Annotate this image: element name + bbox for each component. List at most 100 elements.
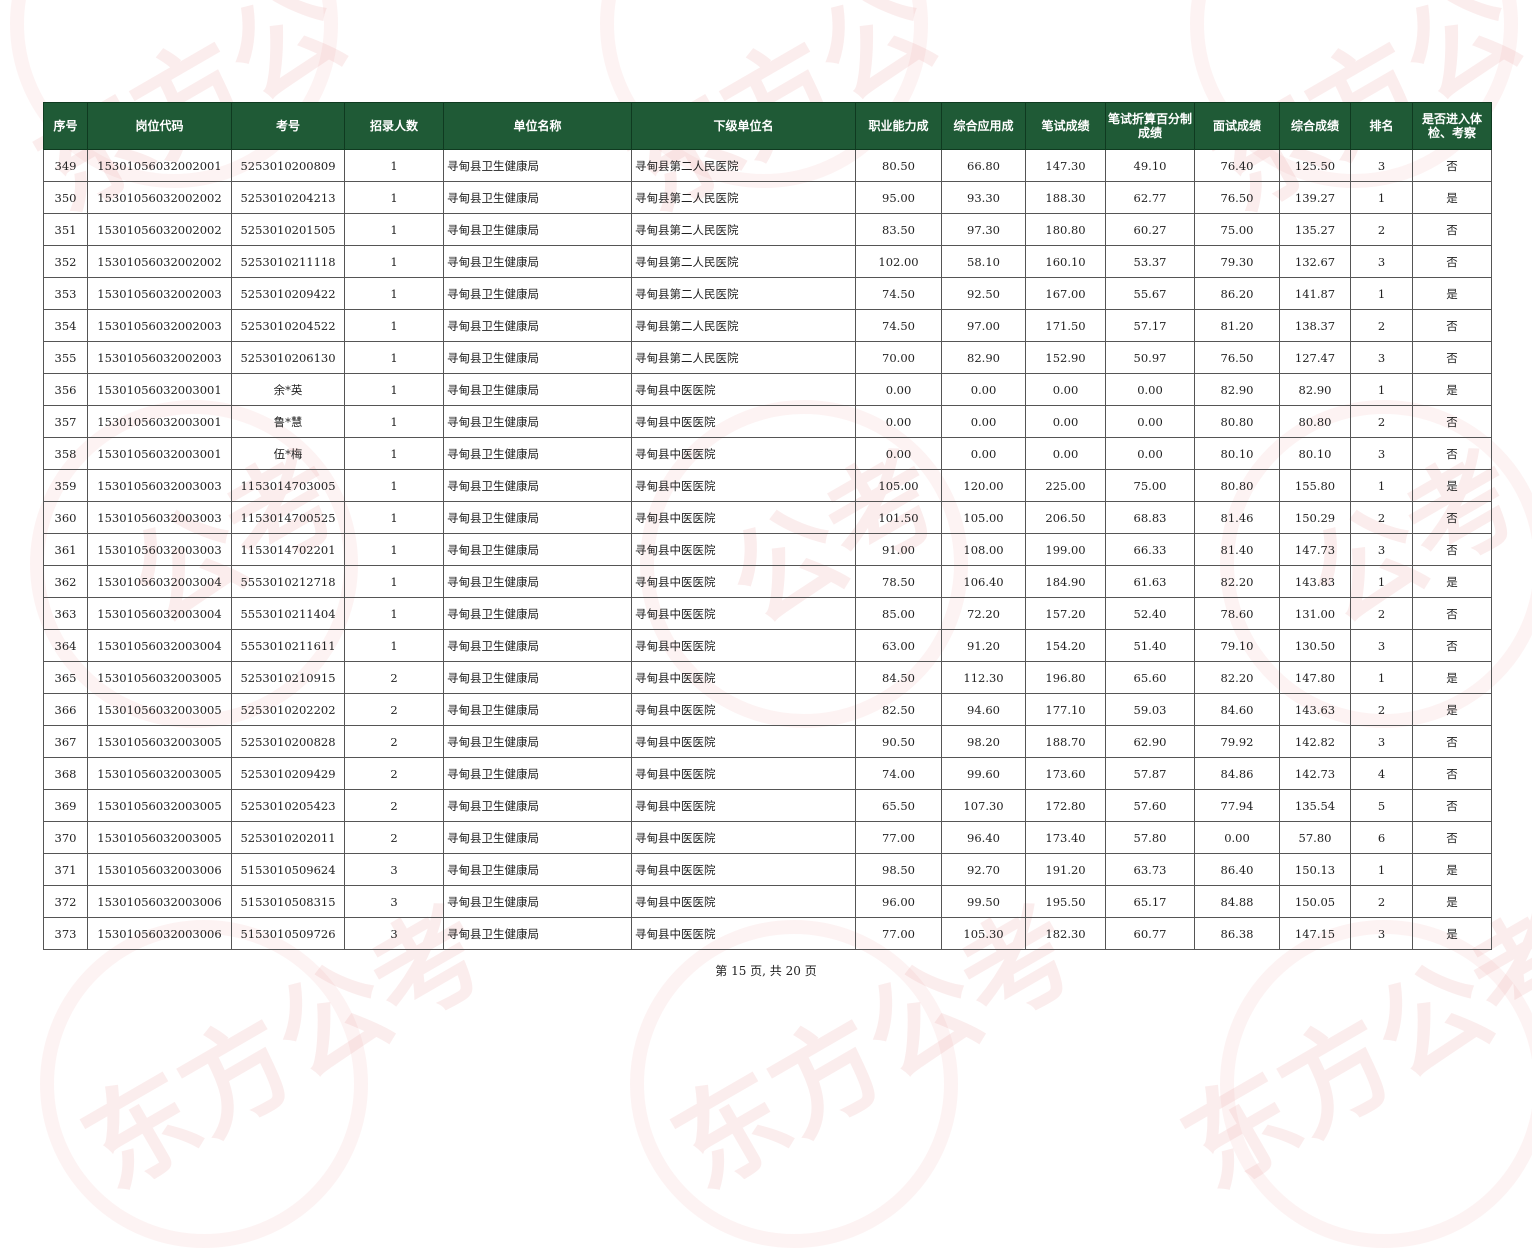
cell-rank: 3 [1350, 437, 1413, 470]
cell-unit: 寻甸县卫生健康局 [443, 597, 632, 630]
cell-post-code: 15301056032003003 [87, 533, 232, 566]
cell-applied: 107.30 [941, 789, 1026, 822]
cell-advance: 是 [1412, 277, 1492, 310]
cell-seq: 370 [43, 821, 88, 854]
cell-aptitude: 63.00 [855, 629, 942, 662]
table-body: 349 15301056032002001 5253010200809 1 寻甸县卫生健… [43, 149, 1492, 950]
cell-advance: 否 [1412, 501, 1492, 534]
cell-advance: 否 [1412, 213, 1492, 246]
col-header-quota: 招录人数 [344, 102, 444, 150]
cell-exam-number: 鲁*慧 [231, 405, 345, 438]
cell-post-code: 15301056032002001 [87, 149, 232, 182]
cell-aptitude: 74.50 [855, 309, 942, 342]
cell-exam-number: 5253010209429 [231, 757, 345, 790]
cell-interview: 86.40 [1194, 853, 1280, 886]
cell-applied: 105.00 [941, 501, 1026, 534]
cell-written: 188.70 [1025, 725, 1106, 758]
cell-advance: 是 [1412, 661, 1492, 694]
cell-quota: 1 [344, 469, 444, 502]
cell-seq: 352 [43, 245, 88, 278]
cell-sub-unit: 寻甸县第二人民医院 [631, 309, 856, 342]
cell-post-code: 15301056032003003 [87, 501, 232, 534]
cell-sub-unit: 寻甸县中医医院 [631, 885, 856, 918]
table-row: 354 15301056032002003 5253010204522 1 寻甸县卫生健… [43, 309, 1492, 342]
cell-aptitude: 77.00 [855, 917, 942, 950]
cell-unit: 寻甸县卫生健康局 [443, 693, 632, 726]
cell-aptitude: 102.00 [855, 245, 942, 278]
cell-sub-unit: 寻甸县第二人民医院 [631, 341, 856, 374]
cell-post-code: 15301056032003001 [87, 405, 232, 438]
cell-exam-number: 5253010206130 [231, 341, 345, 374]
cell-quota: 1 [344, 149, 444, 182]
col-header-exam-number: 考号 [231, 102, 345, 150]
cell-written-pct: 57.80 [1105, 821, 1195, 854]
cell-written: 152.90 [1025, 341, 1106, 374]
cell-interview: 82.20 [1194, 661, 1280, 694]
cell-seq: 372 [43, 885, 88, 918]
cell-post-code: 15301056032002002 [87, 245, 232, 278]
col-header-total: 综合成绩 [1279, 102, 1351, 150]
cell-applied: 97.30 [941, 213, 1026, 246]
cell-sub-unit: 寻甸县中医医院 [631, 821, 856, 854]
table-row: 365 15301056032003005 5253010210915 2 寻甸县卫生健… [43, 661, 1492, 694]
cell-post-code: 15301056032003006 [87, 917, 232, 950]
cell-seq: 360 [43, 501, 88, 534]
cell-seq: 349 [43, 149, 88, 182]
cell-rank: 1 [1350, 181, 1413, 214]
table-row: 363 15301056032003004 5553010211404 1 寻甸县卫生健… [43, 597, 1492, 630]
table-row: 360 15301056032003003 1153014700525 1 寻甸县卫生健… [43, 501, 1492, 534]
cell-written-pct: 66.33 [1105, 533, 1195, 566]
cell-rank: 6 [1350, 821, 1413, 854]
cell-applied: 106.40 [941, 565, 1026, 598]
cell-seq: 368 [43, 757, 88, 790]
cell-unit: 寻甸县卫生健康局 [443, 373, 632, 406]
cell-quota: 1 [344, 405, 444, 438]
col-header-rank: 排名 [1350, 102, 1413, 150]
cell-written: 173.40 [1025, 821, 1106, 854]
cell-interview: 80.80 [1194, 469, 1280, 502]
cell-written-pct: 60.27 [1105, 213, 1195, 246]
cell-unit: 寻甸县卫生健康局 [443, 629, 632, 662]
cell-sub-unit: 寻甸县中医医院 [631, 725, 856, 758]
cell-written-pct: 50.97 [1105, 341, 1195, 374]
cell-quota: 2 [344, 693, 444, 726]
cell-interview: 76.50 [1194, 181, 1280, 214]
cell-sub-unit: 寻甸县中医医院 [631, 437, 856, 470]
cell-applied: 0.00 [941, 405, 1026, 438]
cell-written: 157.20 [1025, 597, 1106, 630]
col-header-aptitude: 职业能力成 [855, 102, 942, 150]
cell-seq: 371 [43, 853, 88, 886]
cell-interview: 78.60 [1194, 597, 1280, 630]
cell-rank: 2 [1350, 693, 1413, 726]
cell-rank: 2 [1350, 501, 1413, 534]
cell-written: 0.00 [1025, 437, 1106, 470]
cell-exam-number: 5153010509726 [231, 917, 345, 950]
cell-unit: 寻甸县卫生健康局 [443, 821, 632, 854]
cell-interview: 84.88 [1194, 885, 1280, 918]
cell-interview: 79.30 [1194, 245, 1280, 278]
cell-advance: 否 [1412, 437, 1492, 470]
cell-post-code: 15301056032003006 [87, 885, 232, 918]
cell-interview: 80.80 [1194, 405, 1280, 438]
cell-sub-unit: 寻甸县中医医院 [631, 469, 856, 502]
cell-aptitude: 0.00 [855, 437, 942, 470]
cell-total: 80.80 [1279, 405, 1351, 438]
table-row: 359 15301056032003003 1153014703005 1 寻甸县卫生健… [43, 469, 1492, 502]
cell-written-pct: 55.67 [1105, 277, 1195, 310]
cell-written: 147.30 [1025, 149, 1106, 182]
cell-written: 195.50 [1025, 885, 1106, 918]
cell-quota: 1 [344, 629, 444, 662]
cell-written-pct: 60.77 [1105, 917, 1195, 950]
cell-seq: 373 [43, 917, 88, 950]
cell-written: 199.00 [1025, 533, 1106, 566]
cell-advance: 否 [1412, 533, 1492, 566]
cell-sub-unit: 寻甸县中医医院 [631, 597, 856, 630]
cell-rank: 1 [1350, 565, 1413, 598]
cell-seq: 351 [43, 213, 88, 246]
cell-seq: 353 [43, 277, 88, 310]
cell-rank: 3 [1350, 629, 1413, 662]
cell-post-code: 15301056032003006 [87, 853, 232, 886]
cell-exam-number: 5253010205423 [231, 789, 345, 822]
cell-exam-number: 5553010211404 [231, 597, 345, 630]
cell-applied: 120.00 [941, 469, 1026, 502]
